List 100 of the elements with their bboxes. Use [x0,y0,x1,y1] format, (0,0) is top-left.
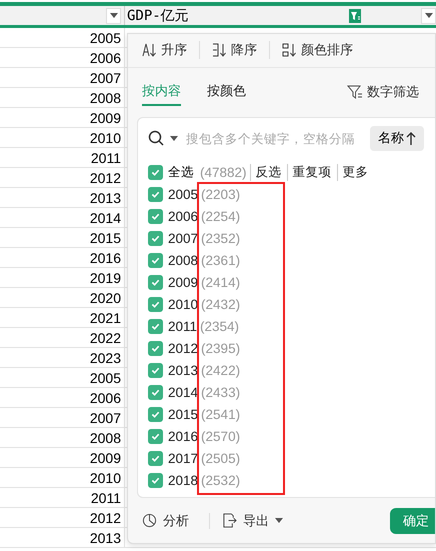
action-link[interactable]: 更多 [336,164,374,181]
filter-icon [347,85,363,100]
check-icon [151,344,160,353]
item-label: 2017 [168,450,198,466]
checkbox[interactable] [148,164,163,180]
table-cell: 2011 [0,148,125,167]
checkbox[interactable] [148,384,163,400]
item-count: (2203) [201,186,240,202]
sort-descending-icon [212,43,228,58]
table-cell: 2009 [0,448,125,467]
caret-icon [170,136,178,141]
filter-icon[interactable] [349,8,361,22]
check-icon [151,190,160,199]
checkbox[interactable] [148,186,163,202]
check-icon [151,300,160,309]
item-label: 2012 [168,340,198,356]
check-icon [151,168,160,177]
color-sort-icon [282,43,298,58]
table-cell: 2013 [0,188,125,207]
item-label: 2011 [168,318,198,334]
checkbox[interactable] [148,318,163,334]
item-count: (2361) [201,252,240,268]
table-cell: 2012 [0,168,125,187]
export-button[interactable]: 导出 [222,512,293,530]
check-icon [151,388,160,397]
item-label: 2014 [168,384,198,400]
check-icon [151,454,160,463]
table-cell: 2006 [0,388,125,407]
arrow-up-icon [406,132,416,145]
number-filter-button[interactable]: 数字筛选 [341,82,425,102]
caret-icon [110,13,118,18]
table-cell: 2008 [0,428,125,447]
analyze-button[interactable]: 分析 [142,512,199,530]
sort-by-name-button[interactable]: 名称 [370,126,424,151]
check-icon [151,366,160,375]
checkbox[interactable] [148,252,163,268]
item-count: (2352) [201,230,240,246]
item-count: (2570) [201,428,240,444]
checkbox[interactable] [148,340,163,356]
pie-chart-icon [142,513,157,528]
checkbox[interactable] [148,208,163,224]
sort-button[interactable]: 升序 [142,41,200,60]
item-count: (2505) [201,450,240,466]
action-link[interactable]: 重复项 [286,164,337,181]
table-cell: 2019 [0,268,125,287]
table-cell: 2021 [0,308,125,327]
confirm-button[interactable]: 确定 [390,508,435,534]
table-cell: 2007 [0,408,125,427]
item-label: 2007 [168,230,198,246]
sort-button[interactable]: 颜色排序 [282,41,365,60]
item-label: 2016 [168,428,198,444]
sort-ascending-icon [142,43,158,58]
item-label: 2008 [168,252,198,268]
search-icon [148,130,164,146]
table-cell: 2005 [0,368,125,387]
item-label: 2013 [168,362,198,378]
table-cell: 2012 [0,508,125,527]
check-icon [151,234,160,243]
check-icon [151,278,160,287]
table-cell: 2020 [0,288,125,307]
item-count: (2395) [201,340,240,356]
item-count: (2433) [201,384,240,400]
item-count: (47882) [200,164,247,180]
item-count: (2541) [201,406,240,422]
item-label: 2005 [168,186,198,202]
dropdown-button[interactable] [421,8,436,24]
checkbox[interactable] [148,428,163,444]
table-cell: 2007 [0,68,125,87]
checkbox[interactable] [148,296,163,312]
tab[interactable]: 按颜色 [207,78,246,106]
checkbox[interactable] [148,274,163,290]
sort-button[interactable]: 降序 [212,41,270,60]
table-cell: 2009 [0,108,125,127]
item-label: 2009 [168,274,198,290]
item-label: 2010 [168,296,198,312]
check-icon [151,476,160,485]
table-cell: 2008 [0,88,125,107]
action-link[interactable]: 反选 [250,164,287,181]
dropdown-button[interactable] [106,8,121,24]
item-label: 2015 [168,406,198,422]
checkbox[interactable] [148,406,163,422]
check-icon [151,256,160,265]
caret-icon [275,518,283,524]
checkbox[interactable] [148,230,163,246]
column-header: GDP-亿元 [127,6,189,24]
table-cell: 2023 [0,348,125,367]
checkbox[interactable] [148,362,163,378]
check-icon [151,322,160,331]
checkbox[interactable] [148,450,163,466]
table-cell: 2010 [0,128,125,147]
check-icon [151,432,160,441]
checkbox[interactable] [148,472,163,488]
table-cell: 2010 [0,468,125,487]
table-cell: 2006 [0,48,125,67]
item-count: (2414) [201,274,240,290]
table-cell: 2013 [0,528,125,547]
table-cell: 2015 [0,228,125,247]
select-all-label: 全选 [168,164,194,181]
table-cell: 2005 [0,28,125,47]
item-count: (2422) [201,362,240,378]
